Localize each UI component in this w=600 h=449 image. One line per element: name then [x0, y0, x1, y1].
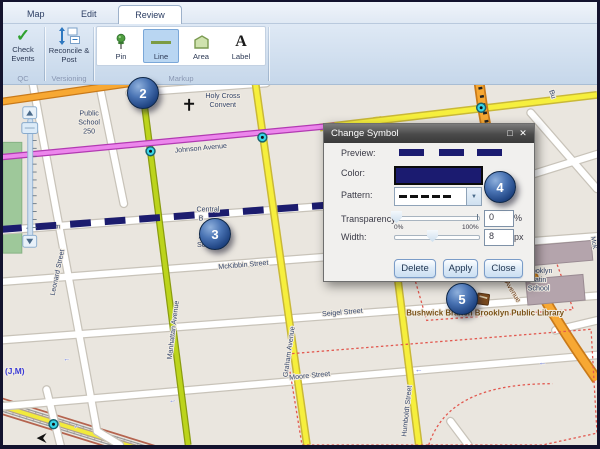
check-icon: ✓ — [16, 27, 30, 44]
group-label-qc: QC — [17, 74, 28, 83]
tab-edit[interactable]: Edit — [71, 5, 107, 23]
reconcile-post-button[interactable]: Reconcile & Post — [47, 27, 91, 64]
check-events-label: Check Events — [4, 46, 42, 63]
pin-icon — [113, 33, 129, 50]
transparency-input[interactable]: 0 — [484, 210, 514, 227]
check-events-button[interactable]: ✓ Check Events — [4, 27, 42, 63]
close-button[interactable]: Close — [484, 259, 523, 278]
transparency-max-tick — [477, 214, 478, 220]
label-button[interactable]: A Label — [223, 29, 259, 63]
transparency-max-label: 100% — [462, 224, 479, 231]
tab-map[interactable]: Map — [17, 5, 55, 23]
label-label: Label — [232, 52, 251, 61]
ribbon: Map Edit Review ✓ Check Events QC — [3, 2, 597, 85]
symbol-preview-dash — [439, 149, 464, 156]
width-unit: px — [514, 232, 524, 242]
callout-badge-2: 2 — [127, 77, 159, 109]
pattern-field[interactable] — [394, 187, 470, 206]
pattern-label: Pattern: — [341, 190, 373, 200]
group-markup: Pin Line Area A Label — [95, 24, 267, 84]
book-icon — [476, 293, 489, 305]
reconcile-post-icon — [57, 27, 81, 45]
group-separator — [44, 27, 45, 81]
transparency-unit: % — [514, 213, 522, 223]
group-label-markup: Markup — [168, 74, 193, 83]
width-slider-handle[interactable] — [427, 230, 438, 242]
label-a-icon: A — [235, 34, 247, 50]
line-button[interactable]: Line — [143, 29, 179, 63]
svg-text:Central: Central — [196, 206, 219, 214]
pattern-dropdown-button[interactable]: ▼ — [466, 187, 482, 206]
pin-button[interactable]: Pin — [103, 29, 139, 63]
maximize-icon[interactable]: □ — [504, 124, 516, 143]
svg-text:School: School — [78, 119, 100, 127]
area-icon — [193, 35, 210, 50]
svg-text:Public: Public — [79, 110, 99, 118]
reconcile-post-label: Reconcile & Post — [47, 47, 91, 64]
line-icon — [151, 41, 171, 44]
width-label: Width: — [341, 232, 367, 242]
ribbon-body: ✓ Check Events QC Reconcile & Pos — [3, 23, 597, 85]
width-input[interactable]: 8 — [484, 229, 514, 246]
svg-text:250: 250 — [83, 127, 95, 135]
group-separator — [93, 27, 94, 81]
markup-panel: Pin Line Area A Label — [96, 26, 266, 66]
apply-button[interactable]: Apply — [443, 259, 478, 278]
pin-label: Pin — [116, 52, 127, 61]
symbol-preview-dash — [477, 149, 502, 156]
group-qc: ✓ Check Events QC — [3, 24, 43, 84]
symbol-preview-dash — [399, 149, 424, 156]
dialog-title: Change Symbol — [331, 128, 399, 139]
group-versioning: Reconcile & Post Versioning — [46, 24, 92, 84]
area-label: Area — [193, 52, 209, 61]
svg-text:School: School — [528, 285, 550, 293]
ribbon-tab-row: Map Edit Review — [3, 2, 597, 23]
transparency-slider-track[interactable] — [394, 216, 480, 221]
color-label: Color: — [341, 168, 365, 178]
svg-text:Convent: Convent — [210, 101, 237, 109]
svg-text:Holy Cross: Holy Cross — [205, 92, 240, 100]
color-swatch[interactable] — [394, 166, 483, 185]
app-window: Map Edit Review ✓ Check Events QC — [0, 0, 600, 449]
subway-lines-label: (J,M) — [5, 366, 25, 376]
transparency-min-label: 0% — [394, 224, 403, 231]
callout-badge-3: 3 — [199, 218, 231, 250]
zoom-slider-track[interactable] — [28, 119, 33, 240]
callout-badge-4: 4 — [484, 171, 516, 203]
svg-text:B: B — [199, 214, 204, 222]
close-icon[interactable]: ✕ — [517, 124, 529, 143]
delete-button[interactable]: Delete — [394, 259, 436, 278]
library-label: Bushwick Branch Brooklyn Public Library — [406, 308, 564, 317]
preview-label: Preview: — [341, 148, 376, 158]
group-separator — [268, 27, 269, 81]
svg-text:←: ← — [415, 365, 423, 374]
dialog-title-bar[interactable]: Change Symbol □ ✕ — [324, 124, 534, 143]
tab-review[interactable]: Review — [118, 5, 182, 24]
area-button[interactable]: Area — [183, 29, 219, 63]
callout-badge-5: 5 — [446, 283, 478, 315]
line-label: Line — [154, 52, 168, 61]
group-label-versioning: Versioning — [51, 74, 86, 83]
svg-text:←: ← — [539, 358, 547, 367]
transparency-label: Transparency: — [341, 214, 398, 224]
